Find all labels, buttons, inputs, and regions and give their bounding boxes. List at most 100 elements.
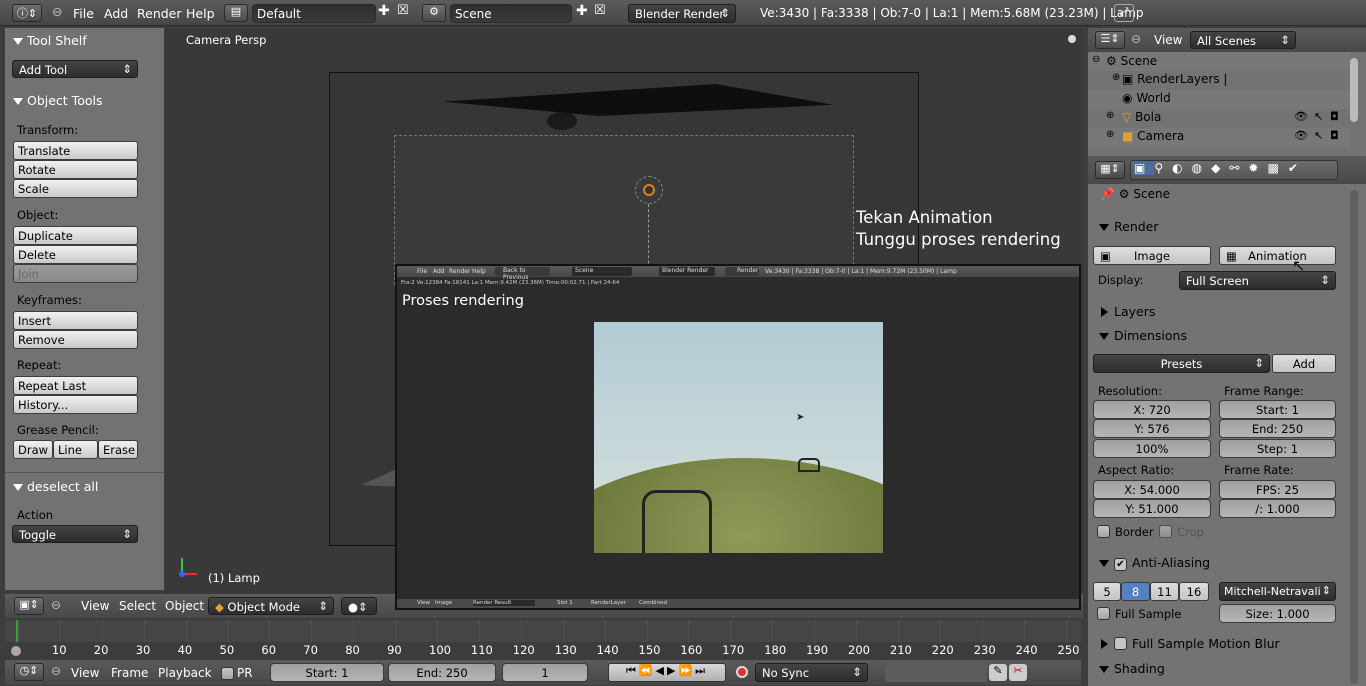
select-cursor-icon[interactable]: ↖	[1314, 129, 1323, 142]
scene-field[interactable]: Scene	[450, 4, 572, 23]
layers-tab-icon[interactable]: ⚲	[1154, 161, 1172, 175]
frame-end-field[interactable]: End: 250	[1219, 419, 1336, 438]
render-image-button[interactable]: ▣ Image	[1093, 246, 1211, 265]
viewport-menu-select[interactable]: Select	[119, 599, 156, 613]
add-preset-button[interactable]: Add	[1272, 354, 1336, 373]
shading-select[interactable]: ●⇕	[341, 597, 377, 615]
properties-editor-icon[interactable]: ▦⇕	[1095, 161, 1125, 179]
render-camera-icon[interactable]: ◘	[1330, 110, 1339, 123]
physics-tab-icon[interactable]: ✔	[1288, 161, 1307, 175]
full-sample-checkbox[interactable]	[1097, 607, 1110, 620]
rw-menu-add[interactable]: Add	[433, 268, 445, 275]
operator-panel-header[interactable]: deselect all	[5, 479, 98, 499]
antialiasing-panel-header[interactable]: ✔ Anti-Aliasing	[1092, 552, 1338, 574]
crop-checkbox[interactable]	[1159, 525, 1172, 538]
editor-type-icon[interactable]: ▣⇕	[14, 597, 44, 615]
key-delete-icon[interactable]: ✂	[1009, 664, 1027, 681]
clock-icon[interactable]: ◷⇕	[14, 663, 44, 681]
rw-footer-image[interactable]: Image	[435, 600, 452, 606]
viewport-menu-object[interactable]: Object	[165, 599, 204, 613]
outliner-filter-select[interactable]: All Scenes ⇕	[1190, 31, 1296, 49]
timeline-start-handle[interactable]	[11, 646, 21, 656]
collapse-menu-icon[interactable]: ⊖	[51, 598, 61, 612]
rw-footer-result[interactable]: Render Result	[473, 600, 535, 606]
delete-button[interactable]: Delete	[13, 245, 138, 264]
keying-set-field[interactable]	[885, 663, 987, 682]
pin-icon[interactable]: 📌	[1100, 187, 1115, 201]
rotate-button[interactable]: Rotate	[13, 160, 138, 179]
scene-row[interactable]: ⚙ Scene	[1106, 54, 1157, 68]
render-panel-header[interactable]: Render	[1092, 216, 1338, 238]
timeline[interactable]: 10 20 30 40 50 60 70 80 90 100 110 120 130 140 150 160 1…	[5, 620, 1081, 660]
render-engine-select[interactable]: Blender Render ⇕	[628, 4, 736, 23]
frame-step-field[interactable]: Step: 1	[1219, 439, 1336, 458]
outliner-scrollbar[interactable]	[1350, 58, 1358, 122]
scene-icon[interactable]: ⚙	[422, 4, 446, 22]
outliner-menu-view[interactable]: View	[1154, 33, 1182, 47]
add-scene-icon[interactable]: ✚	[576, 3, 588, 19]
aspect-y-field[interactable]: Y: 51.000	[1093, 499, 1211, 518]
collapse-menu-icon[interactable]: ⊖	[51, 664, 61, 678]
aa-samples-8[interactable]: 8	[1121, 582, 1150, 601]
scene-tab-icon[interactable]: ◐	[1172, 161, 1191, 175]
camera-row[interactable]: ■ Camera	[1122, 129, 1184, 143]
rw-footer-view[interactable]: View	[417, 600, 430, 606]
rw-footer-combined[interactable]: Combined	[639, 600, 667, 606]
expand-icon[interactable]: ⊕	[1112, 72, 1120, 83]
playback-controls[interactable]: ⏮⏪◀▶⏩⏭	[608, 663, 726, 682]
key-insert-icon[interactable]: ✎	[989, 664, 1007, 681]
fullscreen-icon[interactable]: ⤢	[1114, 4, 1134, 22]
end-frame-field[interactable]: End: 250	[388, 663, 496, 682]
filter-size-field[interactable]: Size: 1.000	[1219, 604, 1336, 623]
display-select[interactable]: Full Screen ⇕	[1179, 271, 1336, 290]
properties-tabs[interactable]: ▣⚲◐◍◆⚯✹▩✔	[1130, 160, 1338, 180]
collapse-menu-icon[interactable]: ⊖	[52, 4, 62, 19]
bola-row[interactable]: ▽ Bola	[1122, 110, 1161, 124]
insert-keyframe-button[interactable]: Insert	[13, 311, 138, 330]
translate-button[interactable]: Translate	[13, 141, 138, 160]
timeline-menu-playback[interactable]: Playback	[158, 666, 212, 680]
resolution-x-field[interactable]: X: 720	[1093, 400, 1211, 419]
action-select[interactable]: Toggle ⇕	[12, 525, 138, 543]
visibility-eye-icon[interactable]: 👁	[1294, 129, 1308, 142]
viewport-corner-icon[interactable]	[1068, 35, 1076, 43]
sphere-object[interactable]	[547, 112, 577, 130]
erase-button[interactable]: Erase	[98, 440, 138, 459]
menu-file[interactable]: File	[73, 6, 94, 21]
outliner-icon[interactable]: ☰⇕	[1095, 31, 1125, 49]
aa-filter-select[interactable]: Mitchell-Netravali ⇕	[1219, 582, 1336, 601]
presets-select[interactable]: Presets ⇕	[1093, 354, 1270, 373]
rw-back-button[interactable]: Back to Previous	[495, 267, 550, 281]
world-row[interactable]: ◉ World	[1122, 91, 1171, 105]
fps-field[interactable]: FPS: 25	[1219, 480, 1336, 499]
add-tool-select[interactable]: Add Tool ⇕	[12, 60, 138, 78]
render-animation-button[interactable]: ▦ Animation	[1219, 246, 1336, 265]
fsmb-checkbox[interactable]	[1114, 637, 1127, 650]
scale-button[interactable]: Scale	[13, 179, 138, 198]
expand-icon[interactable]: ⊖	[1092, 54, 1100, 65]
constraints-tab-icon[interactable]: ⚯	[1229, 161, 1248, 175]
rw-menu-file[interactable]: File	[417, 268, 427, 275]
viewport-menu-view[interactable]: View	[81, 599, 109, 613]
menu-help[interactable]: Help	[186, 6, 215, 21]
fps-base-field[interactable]: /: 1.000	[1219, 499, 1336, 518]
fsmb-panel-header[interactable]: Full Sample Motion Blur	[1092, 633, 1338, 655]
rw-footer-renderlayer[interactable]: RenderLayer	[591, 600, 626, 606]
record-icon[interactable]	[736, 666, 748, 678]
info-editor-icon[interactable]: ⓘ⇕	[12, 4, 42, 22]
tool-shelf-header[interactable]: Tool Shelf	[5, 33, 87, 53]
menu-add[interactable]: Add	[104, 6, 128, 21]
visibility-eye-icon[interactable]: 👁	[1294, 110, 1308, 123]
remove-keyframe-button[interactable]: Remove	[13, 330, 138, 349]
render-tab-icon[interactable]: ▣	[1134, 161, 1155, 175]
rw-menu-help[interactable]: Help	[472, 268, 486, 275]
mode-select[interactable]: ◆ Object Mode ⇕	[208, 597, 334, 615]
aa-samples-16[interactable]: 16	[1179, 582, 1209, 601]
object-tab-icon[interactable]: ◆	[1211, 161, 1229, 175]
world-tab-icon[interactable]: ◍	[1192, 161, 1211, 175]
aa-samples-11[interactable]: 11	[1150, 582, 1179, 601]
history-button[interactable]: History...	[13, 395, 138, 414]
rw-footer-slot[interactable]: Slot 1	[557, 600, 573, 606]
remove-scene-icon[interactable]: ☒	[594, 3, 606, 18]
expand-icon[interactable]: ⊕	[1106, 110, 1114, 121]
